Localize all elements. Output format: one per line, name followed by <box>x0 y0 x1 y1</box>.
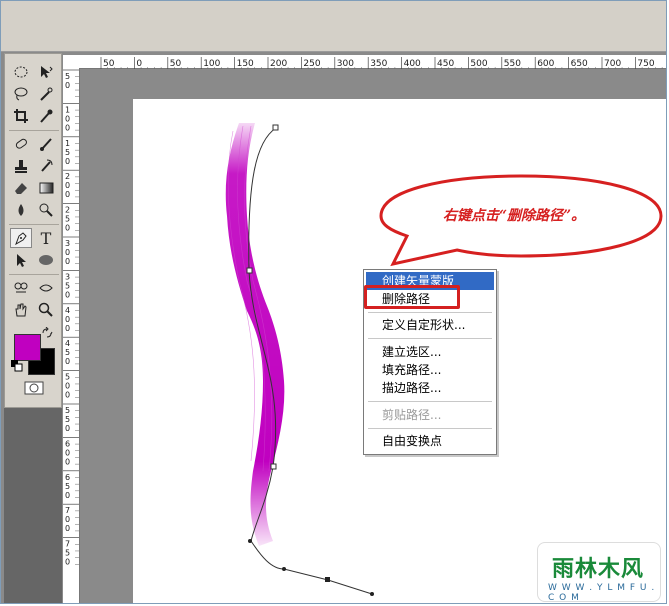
callout-text: 右键点击“删除路径”。 <box>443 208 586 224</box>
menu-separator <box>368 401 492 402</box>
menu-item-stroke-path[interactable]: 描边路径... <box>366 379 494 397</box>
path-direction-handles[interactable] <box>248 539 374 596</box>
menu-item-fill-path[interactable]: 填充路径... <box>366 361 494 379</box>
menu-item-make-selection[interactable]: 建立选区... <box>366 343 494 361</box>
menu-separator <box>368 312 492 313</box>
menu-separator <box>368 338 492 339</box>
menu-item-define-custom-shape[interactable]: 定义自定形状... <box>366 316 494 334</box>
watermark-url: W W W . Y L M F U . C O M <box>548 583 656 603</box>
stroke-and-path-layer <box>225 123 374 596</box>
annotation-highlight-box <box>364 285 460 309</box>
watermark-logo: 雨林木风 W W W . Y L M F U . C O M <box>537 542 661 603</box>
photoshop-window: T 50 0 50 100 150 200 250 300 350 400 45… <box>0 0 667 604</box>
purple-brush-stroke <box>225 123 285 546</box>
menu-separator <box>368 428 492 429</box>
menu-item-clipping-path: 剪贴路径... <box>382 408 442 422</box>
work-path-tail <box>250 540 373 595</box>
menu-item-free-transform-points[interactable]: 自由变换点 <box>366 432 494 450</box>
watermark-name: 雨林木风 <box>552 557 645 582</box>
